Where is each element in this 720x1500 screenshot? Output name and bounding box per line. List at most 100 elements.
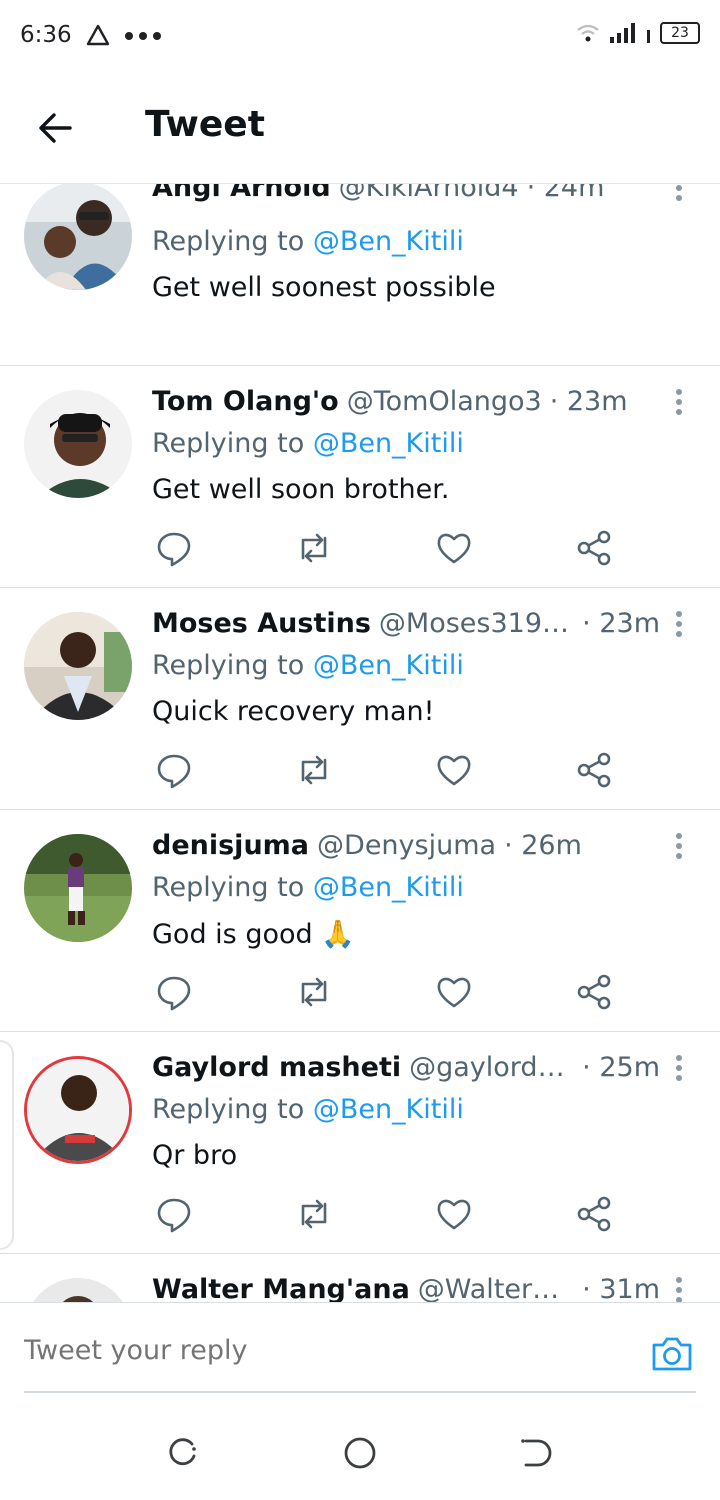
tweet-header: Gaylord masheti @gaylord_... · 25m [152, 1052, 660, 1083]
like-icon[interactable] [434, 528, 474, 568]
app-header: Tweet [0, 72, 720, 184]
author-handle[interactable]: @WalterM... [418, 1274, 574, 1302]
more-options-icon[interactable] [672, 610, 686, 638]
author-handle[interactable]: @Denysjuma [317, 830, 496, 861]
tweet-item[interactable]: Walter Mang'ana @WalterM... · 31m [0, 1254, 720, 1302]
author-name[interactable]: Walter Mang'ana [152, 1274, 410, 1302]
mention-link[interactable]: @Ben_Kitili [313, 872, 464, 903]
tweet-item[interactable]: Moses Austins @Moses3196... · 23m Replyi… [0, 588, 720, 810]
more-options-icon[interactable] [672, 388, 686, 416]
tweet-header: Walter Mang'ana @WalterM... · 31m [152, 1274, 660, 1302]
reply-icon[interactable] [154, 1194, 194, 1234]
reply-icon[interactable] [154, 750, 194, 790]
tweet-item[interactable]: Gaylord masheti @gaylord_... · 25m Reply… [0, 1032, 720, 1254]
tweet-actions [152, 750, 632, 790]
tweet-text: Get well soon brother. [152, 474, 450, 505]
author-handle[interactable]: @gaylord_... [409, 1052, 574, 1083]
reply-bar [0, 1302, 720, 1394]
battery-icon: 23 [660, 22, 700, 44]
reply-icon[interactable] [154, 528, 194, 568]
tweet-text: Quick recovery man! [152, 696, 435, 727]
reply-input[interactable] [24, 1335, 524, 1366]
tweet-item[interactable]: denisjuma @Denysjuma · 26m Replying to @… [0, 810, 720, 1032]
author-name[interactable]: denisjuma [152, 830, 309, 861]
camera-icon[interactable] [650, 1333, 694, 1373]
replying-prefix: Replying to [152, 650, 305, 681]
home-icon[interactable] [343, 1436, 377, 1470]
avatar-photo [24, 184, 132, 290]
tweet-actions [152, 972, 632, 1012]
tweet-item[interactable]: Tom Olang'o @TomOlango3 · 23m Replying t… [0, 366, 720, 588]
author-name[interactable]: Gaylord masheti [152, 1052, 401, 1083]
recent-apps-icon[interactable] [166, 1436, 200, 1470]
retweet-icon[interactable] [294, 528, 334, 568]
tweet-header: Tom Olang'o @TomOlango3 · 23m [152, 386, 660, 417]
avatar[interactable] [24, 390, 132, 498]
retweet-icon[interactable] [294, 1194, 334, 1234]
tweet-actions [152, 528, 632, 568]
share-icon[interactable] [574, 1194, 614, 1234]
author-handle[interactable]: @KikiArnold4 [339, 184, 519, 203]
avatar[interactable] [24, 184, 132, 290]
tweet-actions [152, 326, 632, 366]
author-name[interactable]: Tom Olang'o [152, 386, 339, 417]
mention-link[interactable]: @Ben_Kitili [313, 650, 464, 681]
replying-prefix: Replying to [152, 428, 305, 459]
tweet-time: · 23m [582, 608, 660, 639]
more-options-icon[interactable] [672, 1276, 686, 1302]
replying-to: Replying to @Ben_Kitili [152, 428, 464, 459]
author-name[interactable]: Moses Austins [152, 608, 371, 639]
tweet-text: Get well soonest possible [152, 272, 496, 303]
edge-panel-handle[interactable] [0, 1040, 14, 1250]
tweet-header: Moses Austins @Moses3196... · 23m [152, 608, 660, 639]
alert-triangle-icon [86, 24, 110, 46]
tweet-time: · 23m [549, 386, 628, 417]
back-arrow-icon[interactable] [36, 108, 76, 148]
like-icon[interactable] [434, 972, 474, 1012]
avatar[interactable] [24, 612, 132, 720]
replying-to: Replying to @Ben_Kitili [152, 872, 464, 903]
author-handle[interactable]: @TomOlango3 [347, 386, 542, 417]
avatar-photo [27, 1059, 129, 1161]
retweet-icon[interactable] [294, 750, 334, 790]
retweet-icon[interactable] [294, 972, 334, 1012]
more-notifications-icon [125, 32, 161, 40]
mention-link[interactable]: @Ben_Kitili [313, 1094, 464, 1125]
replying-prefix: Replying to [152, 226, 305, 257]
system-nav-bar [0, 1400, 720, 1500]
avatar[interactable] [24, 1056, 132, 1164]
tweet-time: · 25m [582, 1052, 660, 1083]
battery-level: 23 [671, 25, 689, 41]
author-name[interactable]: Angi Arnold [152, 184, 331, 203]
reply-icon[interactable] [154, 972, 194, 1012]
reply-feed[interactable]: Angi Arnold @KikiArnold4 · 24m Replying … [0, 184, 720, 1302]
avatar[interactable] [24, 1278, 132, 1302]
avatar-photo [24, 834, 132, 942]
replying-to: Replying to @Ben_Kitili [152, 226, 464, 257]
more-options-icon[interactable] [672, 184, 686, 202]
tweet-item[interactable]: Angi Arnold @KikiArnold4 · 24m Replying … [0, 184, 720, 366]
replying-prefix: Replying to [152, 872, 305, 903]
signal-icon [610, 23, 635, 43]
tweet-time: · 24m [526, 184, 605, 203]
like-icon[interactable] [434, 1194, 474, 1234]
like-icon[interactable] [434, 750, 474, 790]
back-icon[interactable] [518, 1436, 552, 1470]
tweet-time: · 26m [504, 830, 582, 861]
avatar[interactable] [24, 834, 132, 942]
signal-small-icon [647, 30, 650, 43]
more-options-icon[interactable] [672, 1054, 686, 1082]
tweet-header: Angi Arnold @KikiArnold4 · 24m [152, 184, 660, 203]
wifi-icon [577, 24, 599, 42]
more-options-icon[interactable] [672, 832, 686, 860]
mention-link[interactable]: @Ben_Kitili [313, 428, 464, 459]
reply-underline [24, 1391, 696, 1393]
share-icon[interactable] [574, 750, 614, 790]
status-bar: 6:36 23 [0, 0, 720, 72]
status-time: 6:36 [20, 22, 72, 48]
tweet-header: denisjuma @Denysjuma · 26m [152, 830, 660, 861]
author-handle[interactable]: @Moses3196... [379, 608, 574, 639]
share-icon[interactable] [574, 972, 614, 1012]
mention-link[interactable]: @Ben_Kitili [313, 226, 464, 257]
share-icon[interactable] [574, 528, 614, 568]
